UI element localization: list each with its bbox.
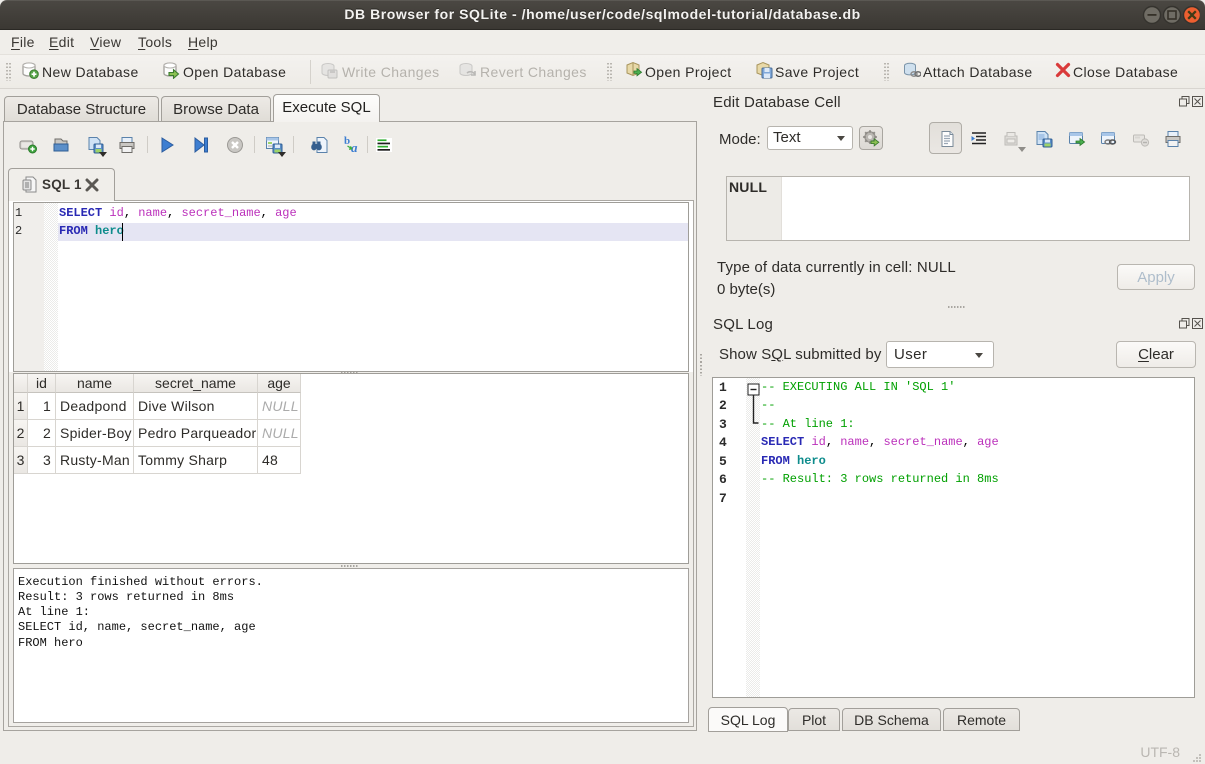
svg-text:a: a	[351, 140, 358, 153]
svg-text:b: b	[344, 135, 350, 147]
